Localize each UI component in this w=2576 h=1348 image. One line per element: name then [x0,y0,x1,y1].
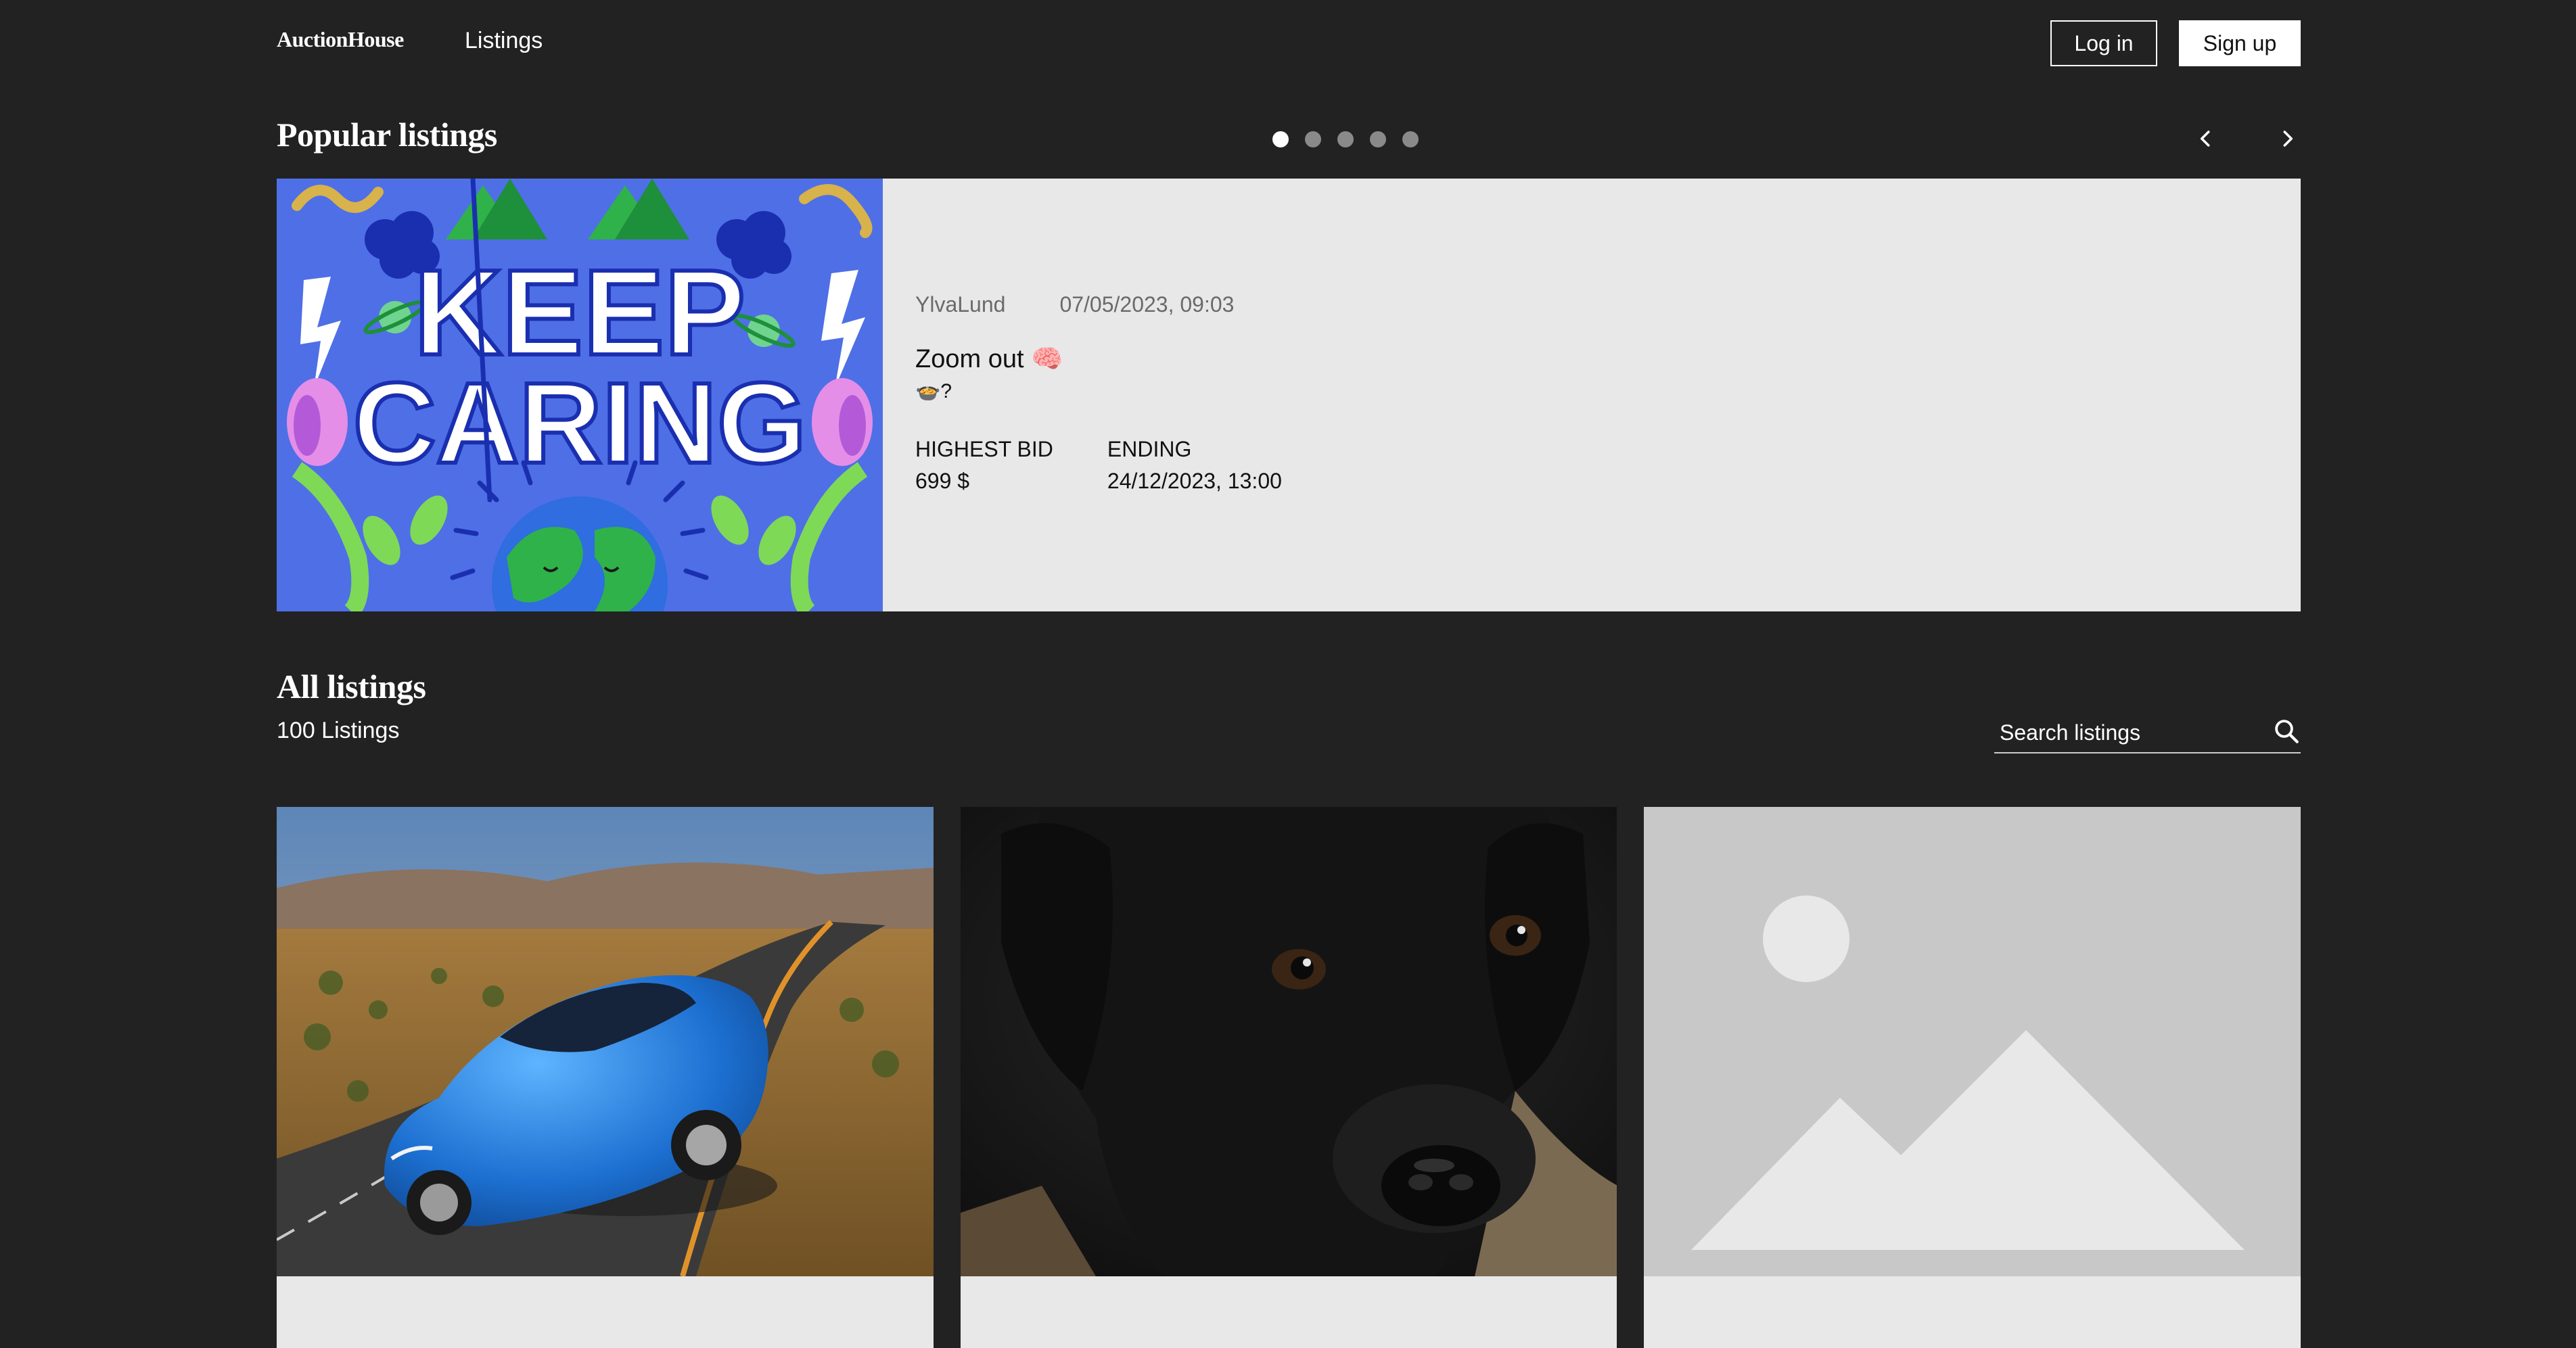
listing-image-dog [960,807,1617,1276]
featured-image-text-line2: CARING [353,359,807,488]
carousel-next-button[interactable] [2270,122,2304,156]
featured-listing-card[interactable]: KEEP CARING YlvaLund 07/05/2023, 09:03 Z… [277,179,2301,611]
all-listings-heading: All listings [277,668,426,705]
brand-logo[interactable]: AuctionHouse [277,27,404,52]
carousel-dot-2[interactable] [1305,131,1321,147]
seller-name[interactable]: YlvaLund [915,292,1005,317]
listing-card[interactable] [960,807,1617,1348]
listing-image-car [277,807,934,1276]
popular-listings-heading: Popular listings [277,116,497,154]
signup-button[interactable]: Sign up [2179,20,2301,66]
created-date: 07/05/2023, 09:03 [1059,292,1235,317]
carousel-dot-3[interactable] [1337,131,1354,147]
carousel-pagination [1272,131,1419,147]
featured-listing-info: YlvaLund 07/05/2023, 09:03 Zoom out 🧠 🍲?… [883,179,1282,611]
bid-info: HIGHEST BID 699 $ ENDING 24/12/2023, 13:… [915,437,1282,494]
carousel-dot-1[interactable] [1272,131,1289,147]
listings-count: 100 Listings [277,718,400,743]
listing-image-placeholder [1644,807,2301,1276]
carousel-prev-button[interactable] [2189,122,2223,156]
site-header: AuctionHouse Listings Log in Sign up [277,20,2301,66]
listing-card[interactable] [277,807,934,1348]
search-bar [1994,709,2301,753]
carousel-dot-5[interactable] [1402,131,1419,147]
featured-listing-title: Zoom out 🧠 [915,345,1063,373]
carousel-dot-4[interactable] [1370,131,1386,147]
featured-listing-description: 🍲? [915,380,952,402]
ending: ENDING 24/12/2023, 13:00 [1107,437,1282,494]
ending-value: 24/12/2023, 13:00 [1107,469,1282,493]
search-input[interactable] [1994,716,2265,749]
featured-listing-image: KEEP CARING [277,179,883,611]
chevron-right-icon [2283,131,2293,147]
featured-listing-meta: YlvaLund 07/05/2023, 09:03 [915,292,1282,317]
nav-listings-link[interactable]: Listings [465,28,543,54]
ending-label: ENDING [1107,437,1192,461]
highest-bid-label: HIGHEST BID [915,437,1053,461]
highest-bid-value: 699 $ [915,469,970,493]
listing-card[interactable] [1644,807,2301,1348]
login-button[interactable]: Log in [2050,20,2157,66]
placeholder-sun-icon [1763,896,1850,982]
chevron-left-icon [2201,131,2210,147]
search-icon[interactable] [2272,717,2301,745]
listings-grid [277,807,2301,1348]
highest-bid: HIGHEST BID 699 $ [915,437,1053,494]
